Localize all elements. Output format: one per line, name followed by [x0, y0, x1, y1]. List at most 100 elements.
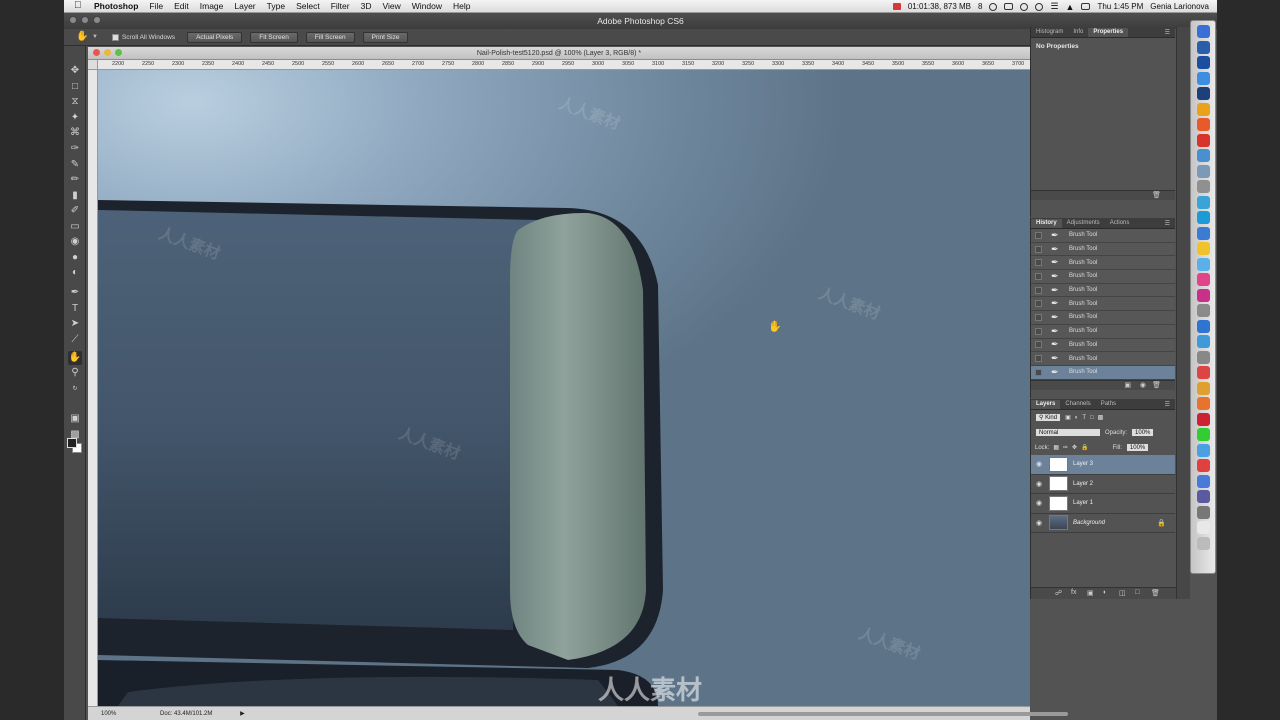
layer-thumbnail[interactable] — [1049, 515, 1068, 531]
history-source-checkbox[interactable] — [1035, 272, 1042, 280]
layer-style-icon[interactable]: fx — [1071, 589, 1076, 596]
camera-snapshot-icon[interactable]: ◉ — [1140, 381, 1146, 389]
quick-select-tool-icon[interactable]: ✦ — [68, 111, 82, 125]
pen-tool-icon[interactable]: ✒ — [68, 286, 82, 300]
fit-screen-button[interactable]: Fit Screen — [250, 31, 298, 43]
tab-histogram[interactable]: Histogram — [1031, 28, 1068, 37]
trash-icon[interactable]: 🗑 — [1151, 589, 1160, 597]
opacity-field[interactable]: 100% — [1131, 428, 1155, 437]
chevron-down-icon[interactable]: ▼ — [92, 34, 98, 40]
apple-icon[interactable]:  — [74, 1, 84, 11]
history-source-checkbox[interactable] — [1035, 245, 1042, 253]
layer-thumbnail[interactable] — [1049, 456, 1068, 472]
dock-app-icon[interactable] — [1197, 102, 1210, 116]
bluetooth-icon[interactable] — [1035, 2, 1044, 11]
zoom-document-icon[interactable] — [115, 49, 122, 56]
document-tab[interactable]: Nail-Polish-test5120.psd @ 100% (Layer 3… — [88, 47, 1030, 60]
dock-app-icon[interactable] — [1197, 474, 1210, 488]
dock-app-icon[interactable] — [1197, 381, 1210, 395]
dock-app-icon[interactable] — [1197, 505, 1210, 519]
dock-app-icon[interactable] — [1197, 180, 1210, 193]
adjustment-layer-icon[interactable]: ◐ — [1103, 589, 1107, 596]
hand-tool-icon[interactable]: ✋ — [68, 351, 82, 365]
history-source-checkbox[interactable] — [1035, 231, 1042, 239]
lock-image-icon[interactable]: ✑ — [1063, 444, 1068, 451]
layer-row[interactable]: ◉ Background 🔒 — [1031, 514, 1175, 533]
new-group-icon[interactable]: ◫ — [1119, 589, 1126, 597]
tab-history[interactable]: History — [1031, 219, 1062, 228]
dock-app-icon[interactable] — [1197, 428, 1210, 441]
marquee-tool-icon[interactable]: □ — [68, 80, 82, 94]
path-selection-tool-icon[interactable]: ➤ — [68, 317, 82, 331]
dock-app-icon[interactable] — [1197, 133, 1210, 147]
dock-app-icon[interactable] — [1197, 335, 1210, 348]
menu-help[interactable]: Help — [453, 1, 470, 11]
menu-3d[interactable]: 3D — [361, 1, 372, 11]
swap-colors-icon[interactable]: ↻ — [68, 382, 82, 396]
panel-menu-icon[interactable]: ☰ — [1165, 220, 1170, 227]
history-source-checkbox[interactable] — [1035, 286, 1042, 294]
clone-stamp-tool-icon[interactable]: ▮ — [68, 189, 82, 203]
close-window-icon[interactable] — [69, 16, 77, 24]
dock-app-icon[interactable] — [1197, 412, 1210, 426]
zoom-window-icon[interactable] — [93, 16, 101, 24]
layer-row[interactable]: ◉ Layer 3 — [1031, 455, 1175, 475]
dock-app-icon[interactable] — [1197, 536, 1210, 550]
minimize-document-icon[interactable] — [104, 49, 111, 56]
fill-screen-button[interactable]: Fill Screen — [305, 31, 355, 43]
close-document-icon[interactable] — [93, 49, 100, 56]
eraser-tool-icon[interactable]: ▭ — [68, 220, 82, 234]
tab-channels[interactable]: Channels — [1060, 400, 1095, 409]
history-state[interactable]: ✒ Brush Tool — [1031, 365, 1175, 380]
lock-position-icon[interactable]: ✥ — [1072, 444, 1077, 451]
lasso-tool-icon[interactable]: ⧖ — [68, 95, 82, 109]
layer-name[interactable]: Layer 1 — [1073, 500, 1093, 506]
foreground-color-swatch[interactable] — [67, 438, 77, 448]
minimize-window-icon[interactable] — [81, 16, 89, 24]
tab-properties[interactable]: Properties — [1088, 28, 1129, 37]
dock-app-icon[interactable] — [1197, 397, 1210, 410]
history-source-checkbox[interactable] — [1035, 341, 1042, 349]
layer-name[interactable]: Layer 3 — [1073, 461, 1093, 467]
lock-all-icon[interactable]: 🔒 — [1081, 444, 1088, 451]
panel-menu-icon[interactable]: ☰ — [1165, 401, 1170, 408]
scroll-all-windows-checkbox[interactable] — [111, 33, 119, 41]
dock-app-icon[interactable] — [1197, 257, 1210, 271]
history-state[interactable]: ✒ Brush Tool — [1031, 256, 1175, 271]
dock-app-icon[interactable] — [1197, 273, 1210, 286]
brush-tool-icon[interactable]: ✏ — [68, 173, 82, 187]
blend-mode-dropdown[interactable]: Normal — [1035, 428, 1101, 437]
tab-actions[interactable]: Actions — [1105, 219, 1135, 228]
layer-thumbnail[interactable] — [1049, 495, 1068, 511]
eyedropper-tool-icon[interactable]: ✑ — [68, 142, 82, 156]
layer-name[interactable]: Background — [1073, 520, 1105, 526]
history-source-checkbox[interactable] — [1035, 300, 1042, 308]
recording-icon[interactable] — [892, 3, 901, 10]
tab-adjustments[interactable]: Adjustments — [1062, 219, 1105, 228]
menu-window[interactable]: Window — [412, 1, 442, 11]
menu-view[interactable]: View — [382, 1, 400, 11]
fill-field[interactable]: 100% — [1125, 443, 1150, 452]
menu-filter[interactable]: Filter — [331, 1, 350, 11]
dock-app-icon[interactable] — [1197, 304, 1210, 317]
dock-app-icon[interactable] — [1197, 350, 1210, 364]
line-tool-icon[interactable]: ⟋ — [68, 333, 82, 347]
trash-icon[interactable]: 🗑 — [1152, 381, 1161, 389]
horizontal-ruler[interactable]: 2200 2250 2300 2350 2400 2450 2500 2550 2600 2650… — [98, 60, 1030, 70]
filter-type-icon[interactable]: T — [1082, 415, 1086, 421]
history-state[interactable]: ✒ Brush Tool — [1031, 283, 1175, 298]
hand-tool-preset-icon[interactable]: ✋ — [76, 30, 90, 44]
history-source-checkbox[interactable] — [1035, 327, 1042, 335]
dock-app-icon[interactable] — [1197, 288, 1210, 302]
link-layers-icon[interactable]: ☍ — [1055, 589, 1062, 597]
ruler-origin[interactable] — [88, 60, 98, 70]
eye-visibility-icon[interactable]: ◉ — [1031, 460, 1047, 468]
lock-transparent-icon[interactable]: ▦ — [1053, 444, 1059, 451]
filter-pixel-icon[interactable]: ▣ — [1065, 414, 1071, 421]
document-canvas[interactable]: 人人素材 人人素材 人人素材 人人素材 人人素材 人人素材 ✋ — [98, 70, 1030, 706]
tab-paths[interactable]: Paths — [1096, 400, 1121, 409]
history-state[interactable]: ✒ Brush Tool — [1031, 324, 1175, 339]
print-size-button[interactable]: Print Size — [362, 31, 409, 43]
menu-image[interactable]: Image — [200, 1, 224, 11]
move-tool-icon[interactable]: ✥ — [68, 64, 82, 78]
